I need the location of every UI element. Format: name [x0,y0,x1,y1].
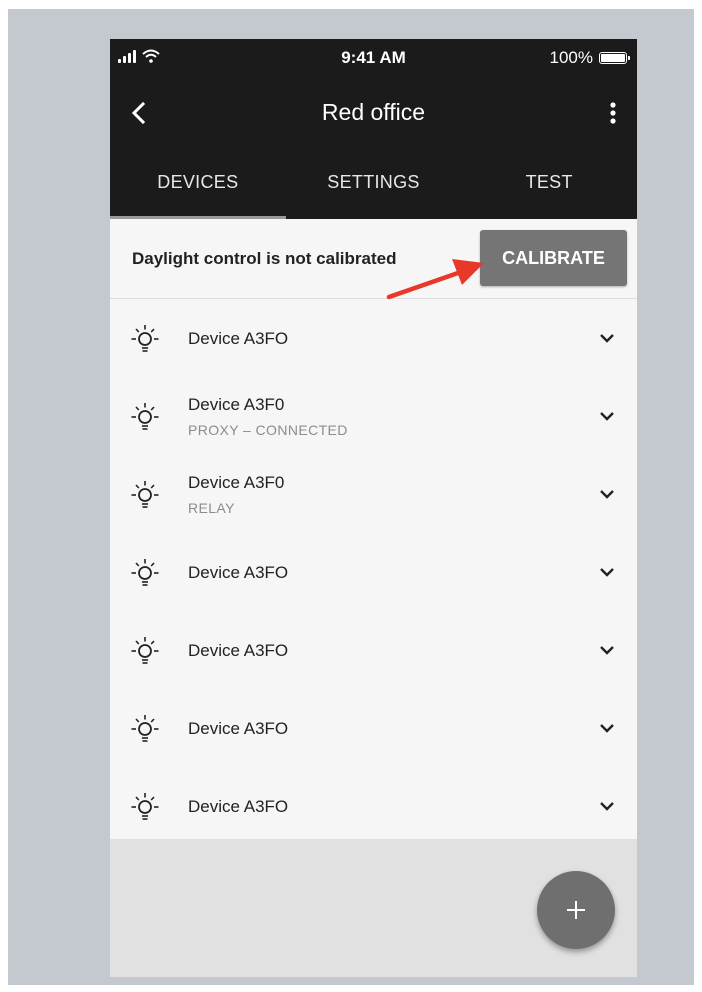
plus-icon [567,901,585,919]
chevron-down-icon[interactable] [599,332,615,344]
light-bulb-icon [131,637,159,664]
light-bulb-icon [131,559,159,586]
calibrate-button[interactable]: CALIBRATE [480,230,627,286]
light-bulb-icon [131,325,159,352]
more-options-button[interactable] [603,97,623,129]
app-bar: Red office [110,79,637,145]
chevron-down-icon[interactable] [599,722,615,734]
device-name: Device A3FO [188,641,289,660]
more-vert-icon [610,102,616,124]
device-list-item[interactable]: Device A3F0 RELAY [110,455,637,533]
battery-status: 100% [549,48,630,68]
status-bar: 9:41 AM 100% [110,39,637,79]
device-list-item[interactable]: Device A3F0 PROXY – CONNECTED [110,377,637,455]
device-list-item[interactable]: Device A3FO [110,611,637,689]
device-list-item[interactable]: Device A3FO [110,689,637,767]
device-name: Device A3F0 [188,395,285,414]
device-list-item[interactable]: Device A3FO [110,767,637,845]
screenshot-frame: 9:41 AM 100% Red office DEVICES SETTINGS… [8,9,694,985]
device-status: PROXY – CONNECTED [188,422,348,438]
light-bulb-icon [131,715,159,742]
light-bulb-icon [131,481,159,508]
device-list-item[interactable]: Device A3FO [110,533,637,611]
device-name: Device A3F0 [188,473,285,492]
device-name: Device A3FO [188,797,289,816]
tab-test[interactable]: TEST [461,145,637,219]
battery-percent: 100% [549,48,593,67]
device-list-item[interactable]: Device A3FO [110,299,637,377]
light-bulb-icon [131,793,159,820]
chevron-down-icon[interactable] [599,644,615,656]
chevron-down-icon[interactable] [599,410,615,422]
list-footer [110,839,637,977]
annotation-arrow-icon [386,259,484,300]
device-name: Device A3FO [188,563,289,582]
add-device-button[interactable] [537,871,615,949]
battery-icon [599,52,630,64]
device-list: Device A3FO Device A3F0 PROXY – CONNECTE… [110,299,637,845]
light-bulb-icon [131,403,159,430]
device-name: Device A3FO [188,719,289,738]
phone-screen: 9:41 AM 100% Red office DEVICES SETTINGS… [110,39,637,977]
device-status: RELAY [188,500,235,516]
page-title: Red office [321,99,426,125]
device-name: Device A3FO [188,329,289,348]
calibration-message: Daylight control is not calibrated [132,249,397,268]
tab-bar: DEVICES SETTINGS TEST [110,145,637,219]
chevron-down-icon[interactable] [599,800,615,812]
tab-devices[interactable]: DEVICES [110,145,286,219]
tab-settings[interactable]: SETTINGS [286,145,462,219]
calibration-banner: Daylight control is not calibrated CALIB… [110,219,637,299]
chevron-down-icon[interactable] [599,488,615,500]
chevron-down-icon[interactable] [599,566,615,578]
